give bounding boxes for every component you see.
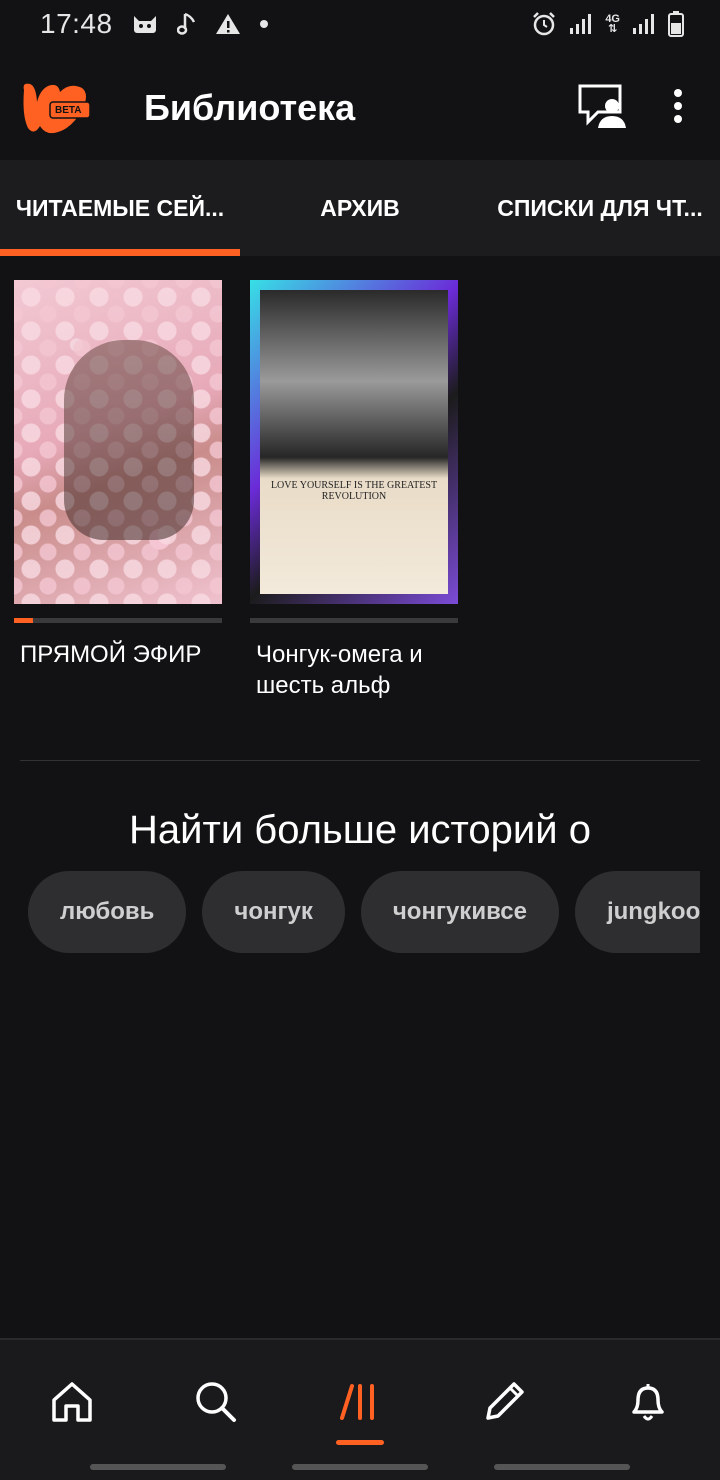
music-note-icon: [176, 11, 197, 37]
tag-chip[interactable]: jungkook: [574, 871, 700, 953]
story-cover[interactable]: [14, 280, 222, 604]
warning-icon: [215, 12, 241, 36]
data-arrows-icon: ⇅: [608, 23, 618, 35]
tab-label: ЧИТАЕМЫЕ СЕЙ...: [15, 194, 225, 221]
cover-text: LOVE YOURSELF IS THE GREATEST REVOLUTION: [270, 480, 438, 502]
story-cover[interactable]: LOVE YOURSELF IS THE GREATEST REVOLUTION: [250, 280, 458, 604]
page-title: Библиотека: [144, 87, 356, 128]
library-tabs: ЧИТАЕМЫЕ СЕЙ... АРХИВ СПИСКИ ДЛЯ ЧТ...: [0, 160, 720, 256]
active-tab-indicator: [336, 1440, 384, 1445]
library-icon[interactable]: [330, 1372, 390, 1432]
reading-progress: [250, 618, 458, 623]
network-4g-icon: 4G ⇅: [605, 14, 620, 35]
signal-icon: [632, 13, 656, 35]
alarm-icon: [531, 11, 557, 37]
tag-chip[interactable]: чонгукивсе: [360, 871, 559, 953]
app-logo[interactable]: BETA: [20, 80, 92, 136]
signal-icon: [569, 13, 593, 35]
more-vertical-icon[interactable]: [672, 88, 684, 129]
discover-heading: Найти больше историй о: [129, 808, 591, 852]
write-icon[interactable]: [474, 1372, 534, 1432]
story-card[interactable]: ПРЯМОЙ ЭФИР: [14, 280, 222, 701]
system-nav-bar[interactable]: [292, 1464, 428, 1470]
tab-label: АРХИВ: [320, 194, 400, 221]
tab-current-reads[interactable]: ЧИТАЕМЫЕ СЕЙ...: [0, 160, 240, 256]
tag-chip[interactable]: чонгук: [202, 871, 345, 953]
reading-progress-fill: [14, 618, 33, 623]
home-icon[interactable]: [42, 1372, 102, 1432]
divider: [20, 760, 700, 761]
tag-chip[interactable]: любовь: [28, 871, 187, 953]
system-nav-bar[interactable]: [494, 1464, 630, 1470]
notifications-icon[interactable]: [618, 1372, 678, 1432]
tab-archive[interactable]: АРХИВ: [240, 160, 480, 256]
cat-icon: [131, 12, 159, 36]
app-header: BETA Библиотека: [0, 58, 720, 158]
story-card[interactable]: LOVE YOURSELF IS THE GREATEST REVOLUTION…: [250, 280, 458, 701]
story-title[interactable]: ПРЯМОЙ ЭФИР: [14, 639, 222, 670]
reading-progress: [14, 618, 222, 623]
battery-icon: [668, 11, 684, 37]
search-icon[interactable]: [186, 1372, 246, 1432]
tab-reading-lists[interactable]: СПИСКИ ДЛЯ ЧТ...: [480, 160, 720, 256]
dot-icon: [259, 19, 269, 29]
logo-badge: BETA: [55, 105, 82, 116]
system-nav-bar[interactable]: [90, 1464, 226, 1470]
story-title[interactable]: Чонгук-омега и шесть альф: [250, 639, 458, 701]
status-time: 17:48: [40, 8, 113, 39]
reading-mode-icon[interactable]: [578, 82, 628, 135]
tab-label: СПИСКИ ДЛЯ ЧТ...: [497, 194, 703, 221]
tag-chips[interactable]: любовь чонгук чонгукивсе jungkook: [28, 871, 700, 955]
status-bar: 17:48 4G ⇅: [0, 0, 720, 48]
bottom-navigation: [0, 1338, 720, 1480]
story-grid: ПРЯМОЙ ЭФИР LOVE YOURSELF IS THE GREATES…: [14, 280, 458, 701]
